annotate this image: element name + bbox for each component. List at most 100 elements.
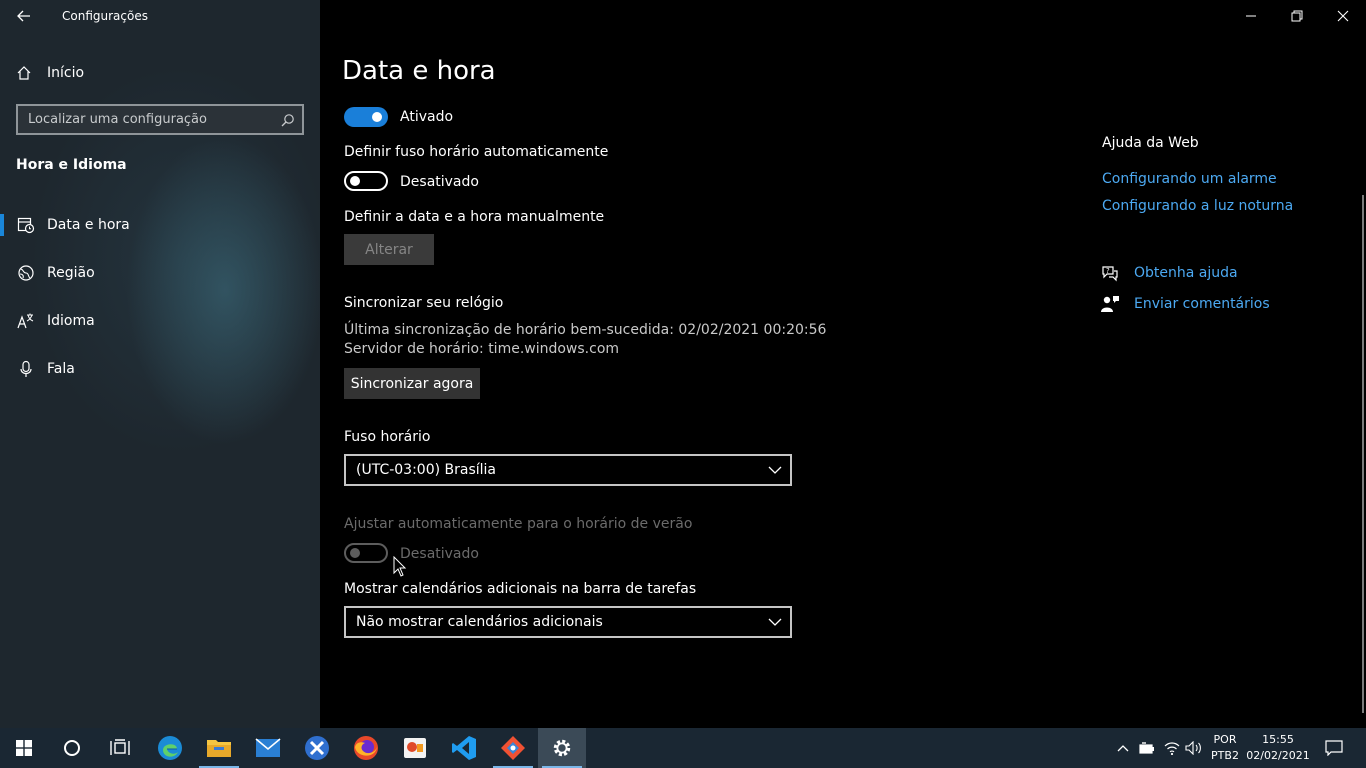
scrollbar[interactable]: [1362, 195, 1364, 713]
sidebar-item-speech[interactable]: Fala: [0, 349, 320, 389]
task-view-icon: [110, 739, 130, 755]
edge-browser-icon: [158, 736, 182, 760]
change-button[interactable]: Alterar: [344, 234, 434, 265]
minimize-button[interactable]: [1228, 0, 1274, 32]
search-icon[interactable]: [274, 106, 302, 133]
nav-home[interactable]: Início: [16, 62, 84, 84]
taskbar-firefox[interactable]: [342, 728, 390, 768]
search-input[interactable]: [28, 112, 274, 127]
action-center-button[interactable]: [1320, 728, 1348, 768]
mail-icon: [255, 738, 281, 757]
vscode-icon: [452, 736, 476, 760]
time-server-text: Servidor de horário: time.windows.com: [344, 341, 620, 357]
minimize-icon: [1246, 15, 1256, 17]
sidebar-item-label: Fala: [47, 361, 75, 377]
chevron-down-icon: [768, 618, 782, 626]
windows-logo-icon: [16, 740, 32, 756]
close-icon: [1337, 10, 1349, 22]
back-arrow-icon: [17, 10, 30, 22]
svg-text:?: ?: [1106, 267, 1110, 275]
home-icon: [17, 66, 31, 80]
restore-button[interactable]: [1274, 0, 1320, 32]
battery-icon: [1139, 742, 1154, 754]
git-icon: [501, 736, 525, 760]
taskbar-settings[interactable]: [538, 728, 586, 768]
get-help-link[interactable]: Obtenha ajuda: [1134, 265, 1238, 281]
network-tray-button[interactable]: [1161, 728, 1183, 768]
sidebar-item-region[interactable]: Região: [0, 253, 320, 293]
mouse-cursor-icon: [393, 556, 407, 577]
keyboard-layout-code: PTB2: [1211, 749, 1239, 762]
get-help-icon: ?: [1102, 266, 1118, 282]
taskbar-git[interactable]: [489, 728, 537, 768]
auto-timezone-state: Desativado: [400, 174, 479, 190]
timezone-value: (UTC-03:00) Brasília: [356, 462, 497, 478]
language-icon: [17, 312, 35, 330]
taskbar-file-explorer[interactable]: [195, 728, 243, 768]
image-app-icon: [404, 738, 426, 758]
taskbar-app-x[interactable]: [293, 728, 341, 768]
web-help-title: Ajuda da Web: [1102, 135, 1199, 151]
clock-time: 15:55: [1262, 733, 1294, 746]
sync-clock-label: Sincronizar seu relógio: [344, 295, 504, 311]
calendar-clock-icon: [17, 216, 35, 234]
sidebar-item-date-time[interactable]: Data e hora: [0, 205, 320, 245]
close-button[interactable]: [1320, 0, 1366, 32]
sidebar-item-label: Data e hora: [47, 217, 130, 233]
additional-calendars-value: Não mostrar calendários adicionais: [356, 614, 603, 630]
folder-icon: [207, 740, 231, 757]
restore-icon: [1291, 10, 1303, 22]
sidebar-item-language[interactable]: Idioma: [0, 301, 320, 341]
dst-toggle[interactable]: [344, 543, 388, 563]
taskbar-edge[interactable]: [146, 728, 194, 768]
cortana-circle-icon: [64, 740, 80, 756]
app-title: Configurações: [62, 9, 148, 23]
wifi-icon: [1164, 742, 1180, 755]
taskbar-app-image[interactable]: [391, 728, 439, 768]
page-title: Data e hora: [342, 56, 496, 86]
window-controls: [1228, 0, 1366, 32]
cortana-button[interactable]: [48, 728, 96, 768]
help-link-alarm[interactable]: Configurando um alarme: [1102, 171, 1277, 187]
clock[interactable]: 15:55 02/02/2021: [1244, 732, 1312, 764]
globe-icon: [17, 264, 35, 282]
search-box[interactable]: [16, 104, 304, 135]
set-time-auto-toggle[interactable]: [344, 107, 388, 127]
additional-calendars-dropdown[interactable]: Não mostrar calendários adicionais: [344, 606, 792, 638]
volume-tray-button[interactable]: [1183, 728, 1205, 768]
input-language-indicator[interactable]: POR PTB2: [1208, 732, 1242, 764]
nav-home-label: Início: [47, 65, 85, 81]
clock-date: 02/02/2021: [1246, 749, 1310, 762]
set-time-auto-state: Ativado: [400, 109, 454, 125]
input-language-code: POR: [1213, 733, 1237, 746]
task-view-button[interactable]: [96, 728, 144, 768]
battery-tray-button[interactable]: [1137, 728, 1157, 768]
section-title: Hora e Idioma: [16, 157, 127, 173]
start-button[interactable]: [0, 728, 48, 768]
auto-timezone-label: Definir fuso horário automaticamente: [344, 144, 609, 160]
dst-label: Ajustar automaticamente para o horário d…: [344, 516, 693, 532]
chevron-down-icon: [768, 466, 782, 474]
timezone-label: Fuso horário: [344, 429, 431, 445]
last-sync-text: Última sincronização de horário bem-suce…: [344, 322, 827, 338]
sidebar-item-label: Idioma: [47, 313, 95, 329]
taskbar-mail[interactable]: [244, 728, 292, 768]
sync-now-button[interactable]: Sincronizar agora: [344, 368, 480, 399]
auto-timezone-toggle[interactable]: [344, 171, 388, 191]
microphone-icon: [17, 360, 35, 378]
speaker-icon: [1185, 741, 1201, 755]
gear-icon: [553, 739, 571, 757]
taskbar: POR PTB2 15:55 02/02/2021: [0, 728, 1366, 768]
taskbar-vscode[interactable]: [440, 728, 488, 768]
help-link-night-light[interactable]: Configurando a luz noturna: [1102, 198, 1293, 214]
back-button[interactable]: [14, 6, 34, 26]
additional-calendars-label: Mostrar calendários adicionais na barra …: [344, 581, 697, 597]
send-feedback-link[interactable]: Enviar comentários: [1134, 296, 1270, 312]
chevron-up-icon: [1117, 745, 1129, 752]
firefox-icon: [354, 736, 378, 760]
sidebar: Configurações Início Hora e Idioma Data …: [0, 0, 320, 728]
dst-state: Desativado: [400, 546, 479, 562]
timezone-dropdown[interactable]: (UTC-03:00) Brasília: [344, 454, 792, 486]
show-hidden-icons-button[interactable]: [1113, 728, 1133, 768]
main-content: Data e hora Ativado Definir fuso horário…: [320, 0, 1366, 728]
